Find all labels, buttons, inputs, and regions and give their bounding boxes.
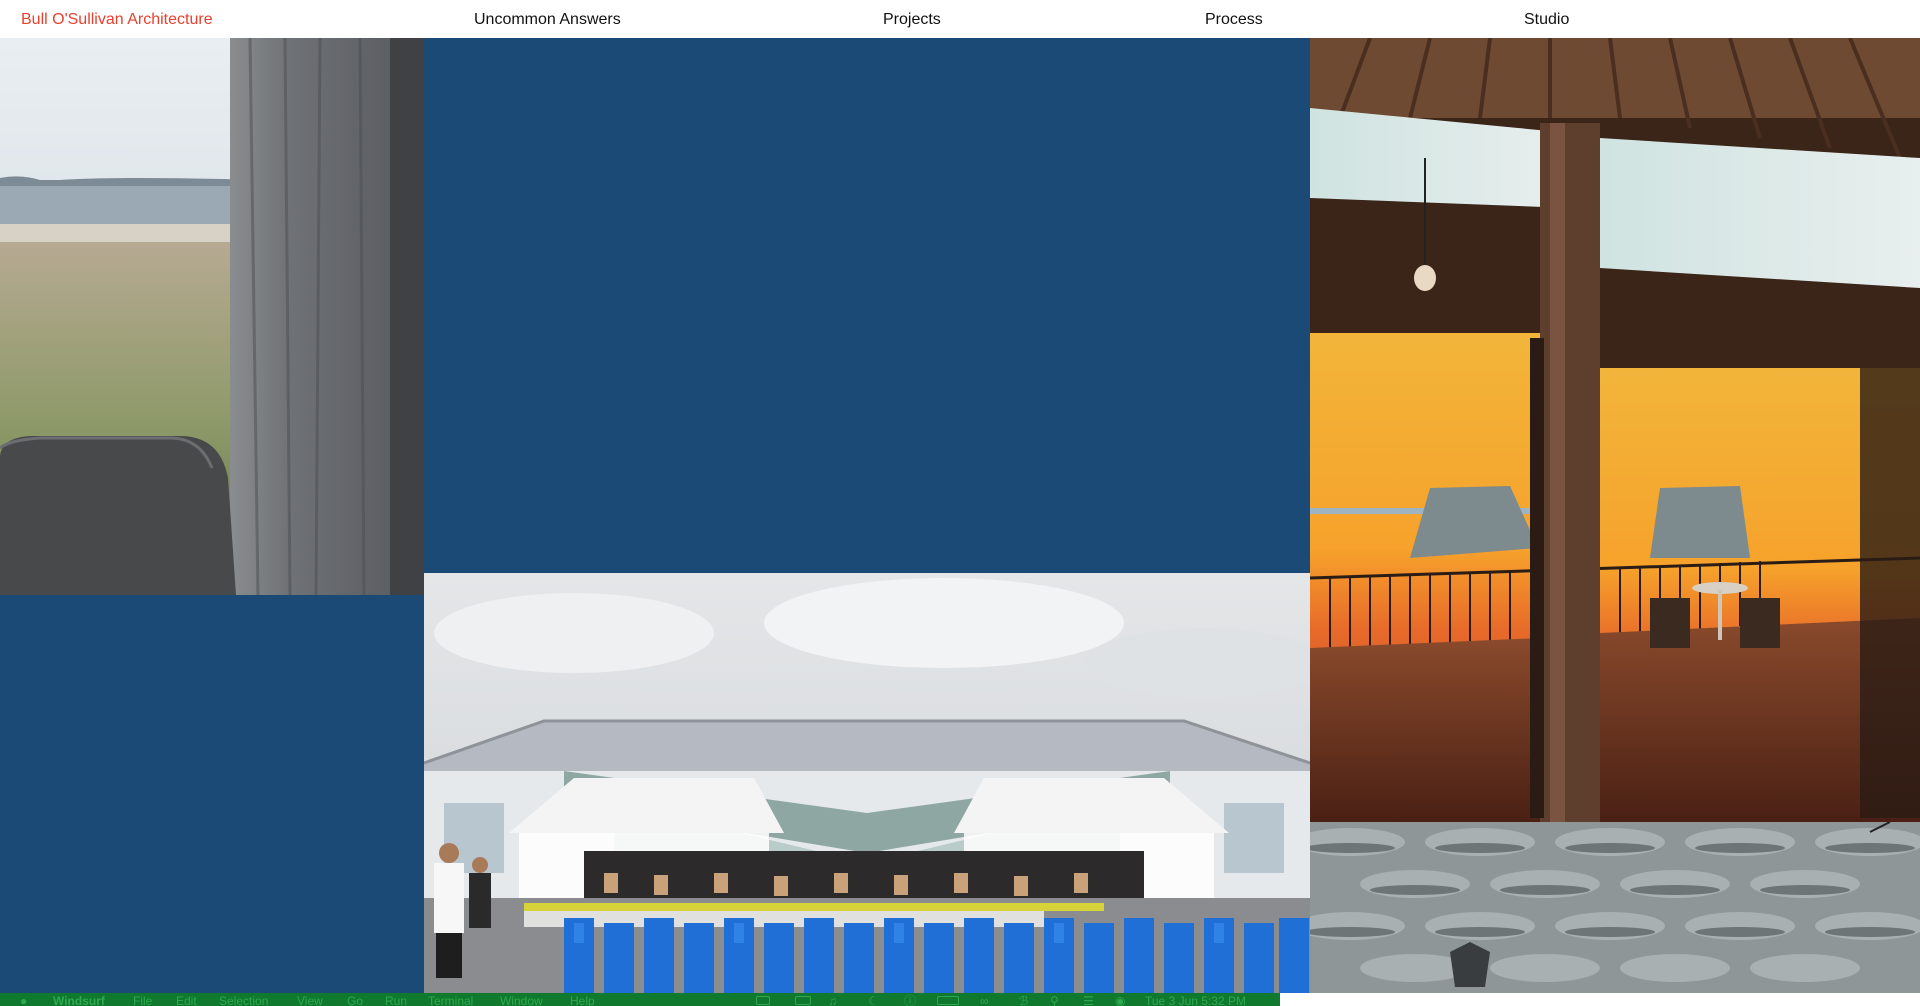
bluetooth-icon[interactable]: ℬ xyxy=(1019,995,1028,1006)
menubar-app-name[interactable]: Windsurf xyxy=(53,995,105,1006)
apple-icon[interactable]: ● xyxy=(20,995,27,1006)
menubar-item-help[interactable]: Help xyxy=(570,995,595,1006)
nav-process[interactable]: Process xyxy=(1205,11,1263,29)
page: Bull O'Sullivan Architecture Uncommon An… xyxy=(0,0,1920,1006)
system-menubar: ● Windsurf File Edit Selection View Go R… xyxy=(0,993,1280,1006)
textured-wall-image[interactable] xyxy=(1310,822,1920,993)
search-icon[interactable]: ⚲ xyxy=(1050,995,1059,1006)
menubar-item-view[interactable]: View xyxy=(297,995,323,1006)
brand-logo-link[interactable]: Bull O'Sullivan Architecture xyxy=(21,11,213,29)
menubar-item-terminal[interactable]: Terminal xyxy=(428,995,473,1006)
menubar-item-selection[interactable]: Selection xyxy=(219,995,268,1006)
control-center-icon[interactable]: ☰ xyxy=(1083,995,1094,1006)
link-icon[interactable]: ∞ xyxy=(980,995,989,1006)
siri-icon[interactable]: ◉ xyxy=(1115,995,1125,1006)
church-opening-event-image[interactable] xyxy=(424,573,1310,993)
volume-icon[interactable]: ♫ xyxy=(828,995,837,1006)
nav-uncommon-answers[interactable]: Uncommon Answers xyxy=(474,11,621,29)
blue-placeholder-tile[interactable] xyxy=(0,595,424,993)
site-header: Bull O'Sullivan Architecture Uncommon An… xyxy=(0,0,1920,38)
info-icon[interactable]: ⓘ xyxy=(904,995,916,1006)
menubar-item-go[interactable]: Go xyxy=(347,995,363,1006)
menubar-item-edit[interactable]: Edit xyxy=(176,995,197,1006)
moon-icon[interactable]: ☾ xyxy=(868,995,879,1006)
display-icon[interactable] xyxy=(756,996,770,1005)
menubar-item-run[interactable]: Run xyxy=(385,995,407,1006)
menubar-clock[interactable]: Tue 3 Jun 5:32 PM xyxy=(1145,995,1246,1006)
interior-sunset-image[interactable] xyxy=(1310,38,1920,822)
beach-view-image[interactable] xyxy=(0,38,424,595)
nav-projects[interactable]: Projects xyxy=(883,11,941,29)
battery-icon[interactable] xyxy=(937,996,959,1005)
menubar-item-window[interactable]: Window xyxy=(500,995,543,1006)
nav-studio[interactable]: Studio xyxy=(1524,11,1569,29)
screen-mirroring-icon[interactable] xyxy=(795,996,811,1005)
blue-placeholder-tile[interactable] xyxy=(424,38,1310,573)
menubar-item-file[interactable]: File xyxy=(133,995,152,1006)
